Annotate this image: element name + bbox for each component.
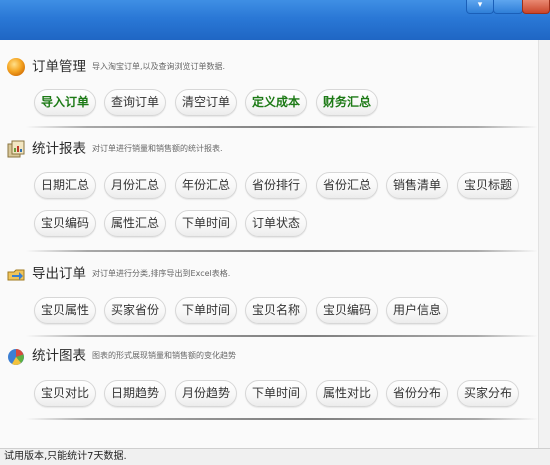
- clear-orders-button[interactable]: 清空订单: [175, 89, 237, 116]
- date-summary-button[interactable]: 日期汇总: [34, 172, 96, 199]
- month-trend-button[interactable]: 月份趋势: [175, 380, 237, 407]
- export-icon: [7, 269, 25, 281]
- sales-list-button[interactable]: 销售清单: [386, 172, 448, 199]
- section-desc: 图表的形式展现销量和销售额的变化趋势: [92, 351, 236, 360]
- orange-ball-icon: [7, 58, 25, 76]
- order-status-button[interactable]: 订单状态: [245, 210, 307, 237]
- section-divider: [26, 126, 538, 128]
- section-desc: 对订单进行分类,排序导出到Excel表格.: [92, 269, 231, 278]
- minimize-button[interactable]: ▾: [466, 0, 494, 14]
- section-desc: 导入淘宝订单,以及查询浏览订单数据.: [92, 62, 226, 71]
- report-icon: [7, 140, 25, 158]
- finance-summary-button[interactable]: 财务汇总: [316, 89, 378, 116]
- date-trend-button[interactable]: 日期趋势: [104, 380, 166, 407]
- year-summary-button[interactable]: 年份汇总: [175, 172, 237, 199]
- order-time-button[interactable]: 下单时间: [245, 380, 307, 407]
- title-bar: ▾: [0, 0, 550, 40]
- section-title: 订单管理: [32, 59, 86, 75]
- province-ranking-button[interactable]: 省份排行: [245, 172, 307, 199]
- define-cost-button[interactable]: 定义成本: [245, 89, 307, 116]
- buyer-distribution-button[interactable]: 买家分布: [457, 380, 519, 407]
- section-divider: [26, 418, 538, 420]
- month-summary-button[interactable]: 月份汇总: [104, 172, 166, 199]
- section-divider: [26, 250, 538, 252]
- status-text: 试用版本,只能统计7天数据.: [4, 451, 127, 462]
- section-title: 统计图表: [32, 348, 86, 364]
- item-name-button[interactable]: 宝贝名称: [245, 297, 307, 324]
- main-panel: 订单管理 导入淘宝订单,以及查询浏览订单数据. 导入订单 查询订单 清空订单 定…: [0, 40, 550, 448]
- order-time-button[interactable]: 下单时间: [175, 297, 237, 324]
- item-compare-button[interactable]: 宝贝对比: [34, 380, 96, 407]
- province-distribution-button[interactable]: 省份分布: [386, 380, 448, 407]
- section-desc: 对订单进行销量和销售额的统计报表.: [92, 144, 223, 153]
- item-attribute-button[interactable]: 宝贝属性: [34, 297, 96, 324]
- maximize-button[interactable]: [493, 0, 523, 14]
- section-title: 统计报表: [32, 141, 86, 157]
- user-info-button[interactable]: 用户信息: [386, 297, 448, 324]
- pie-chart-icon: [8, 349, 24, 365]
- item-code-button[interactable]: 宝贝编码: [34, 210, 96, 237]
- attribute-summary-button[interactable]: 属性汇总: [104, 210, 166, 237]
- minimize-icon: ▾: [477, 0, 483, 10]
- status-bar: 试用版本,只能统计7天数据.: [0, 448, 550, 465]
- attribute-compare-button[interactable]: 属性对比: [316, 380, 378, 407]
- section-title: 导出订单: [32, 266, 86, 282]
- buyer-province-button[interactable]: 买家省份: [104, 297, 166, 324]
- query-orders-button[interactable]: 查询订单: [104, 89, 166, 116]
- province-summary-button[interactable]: 省份汇总: [316, 172, 378, 199]
- item-title-button[interactable]: 宝贝标题: [457, 172, 519, 199]
- item-code-button[interactable]: 宝贝编码: [316, 297, 378, 324]
- close-button[interactable]: [522, 0, 550, 14]
- vertical-scrollbar[interactable]: [538, 40, 550, 448]
- import-orders-button[interactable]: 导入订单: [34, 89, 96, 116]
- section-divider: [26, 335, 538, 337]
- order-time-button[interactable]: 下单时间: [175, 210, 237, 237]
